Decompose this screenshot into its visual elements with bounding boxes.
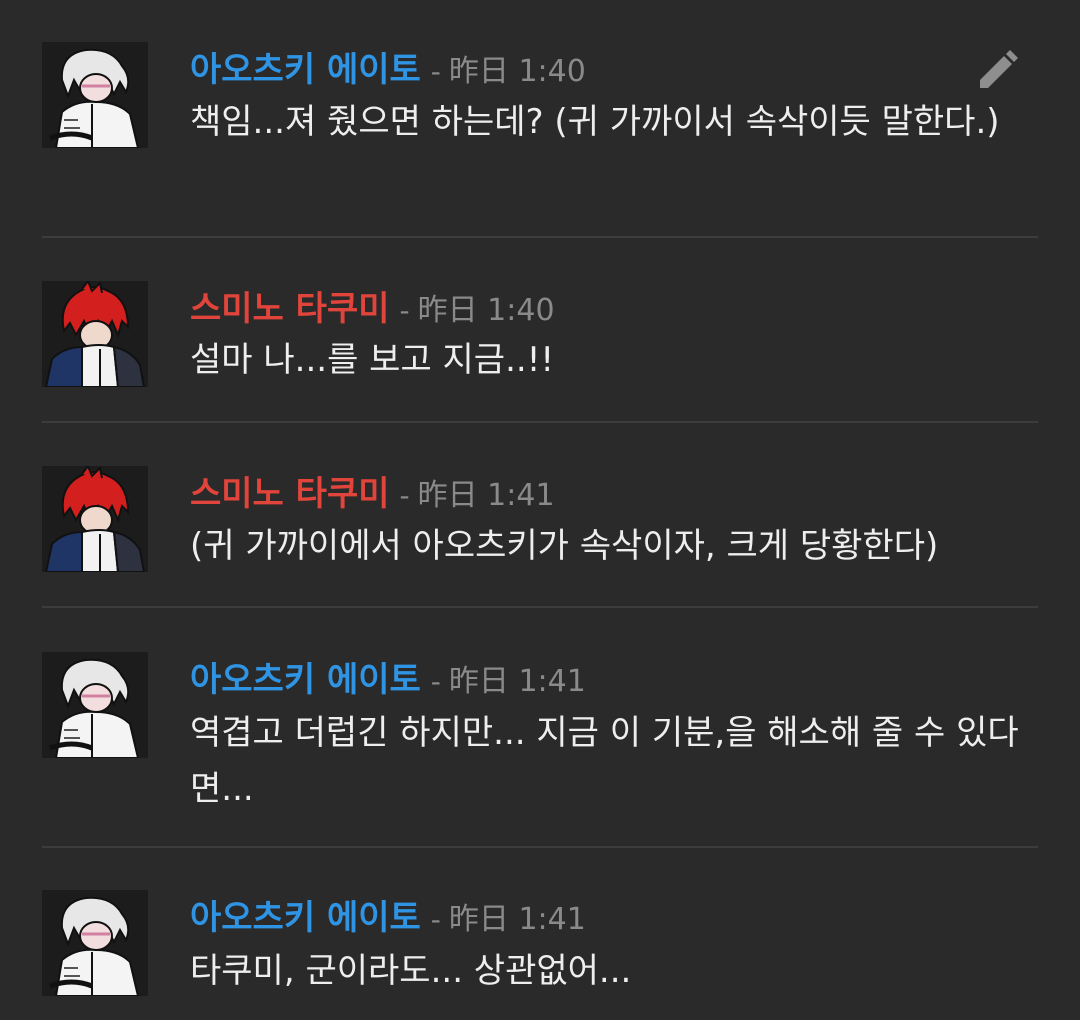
timestamp: 昨日 1:41 (448, 902, 586, 937)
message-text: 역겹고 더럽긴 하지만... 지금 이 기분,을 해소해 줄 수 있다면... (190, 713, 1019, 809)
message-header: 아오츠키 에이토 - 昨日 1:40 (190, 42, 586, 90)
timestamp: 昨日 1:41 (448, 664, 586, 699)
author-name[interactable]: 스미노 타쿠미 (190, 281, 390, 330)
author-name[interactable]: 아오츠키 에이토 (190, 890, 421, 939)
separator: - (430, 665, 441, 698)
message-text: (귀 가까이에서 아오츠키가 속삭이자, 크게 당황한다) (190, 526, 939, 566)
divider (42, 606, 1038, 608)
avatar[interactable] (42, 652, 148, 758)
divider (42, 236, 1038, 238)
message-header: 스미노 타쿠미 - 昨日 1:41 (190, 466, 555, 514)
divider (42, 421, 1038, 423)
avatar[interactable] (42, 890, 148, 996)
timestamp: 昨日 1:40 (448, 54, 586, 89)
separator: - (430, 55, 441, 88)
message-header: 아오츠키 에이토 - 昨日 1:41 (190, 890, 586, 938)
pencil-icon[interactable] (974, 48, 1020, 94)
author-name[interactable]: 아오츠키 에이토 (190, 42, 421, 91)
separator: - (399, 479, 410, 512)
timestamp: 昨日 1:41 (417, 478, 555, 513)
message-text: 설마 나...를 보고 지금..!! (190, 340, 554, 380)
avatar[interactable] (42, 281, 148, 387)
message-header: 스미노 타쿠미 - 昨日 1:40 (190, 281, 555, 329)
avatar[interactable] (42, 466, 148, 572)
separator: - (430, 903, 441, 936)
divider (42, 846, 1038, 848)
message-text: 책임...져 줬으면 하는데? (귀 가까이서 속삭이듯 말한다.) (190, 102, 1000, 142)
timestamp: 昨日 1:40 (417, 293, 555, 328)
message-header: 아오츠키 에이토 - 昨日 1:41 (190, 652, 586, 700)
separator: - (399, 294, 410, 327)
author-name[interactable]: 스미노 타쿠미 (190, 466, 390, 515)
avatar[interactable] (42, 42, 148, 148)
author-name[interactable]: 아오츠키 에이토 (190, 652, 421, 701)
message-text: 타쿠미, 군이라도... 상관없어... (190, 951, 632, 991)
